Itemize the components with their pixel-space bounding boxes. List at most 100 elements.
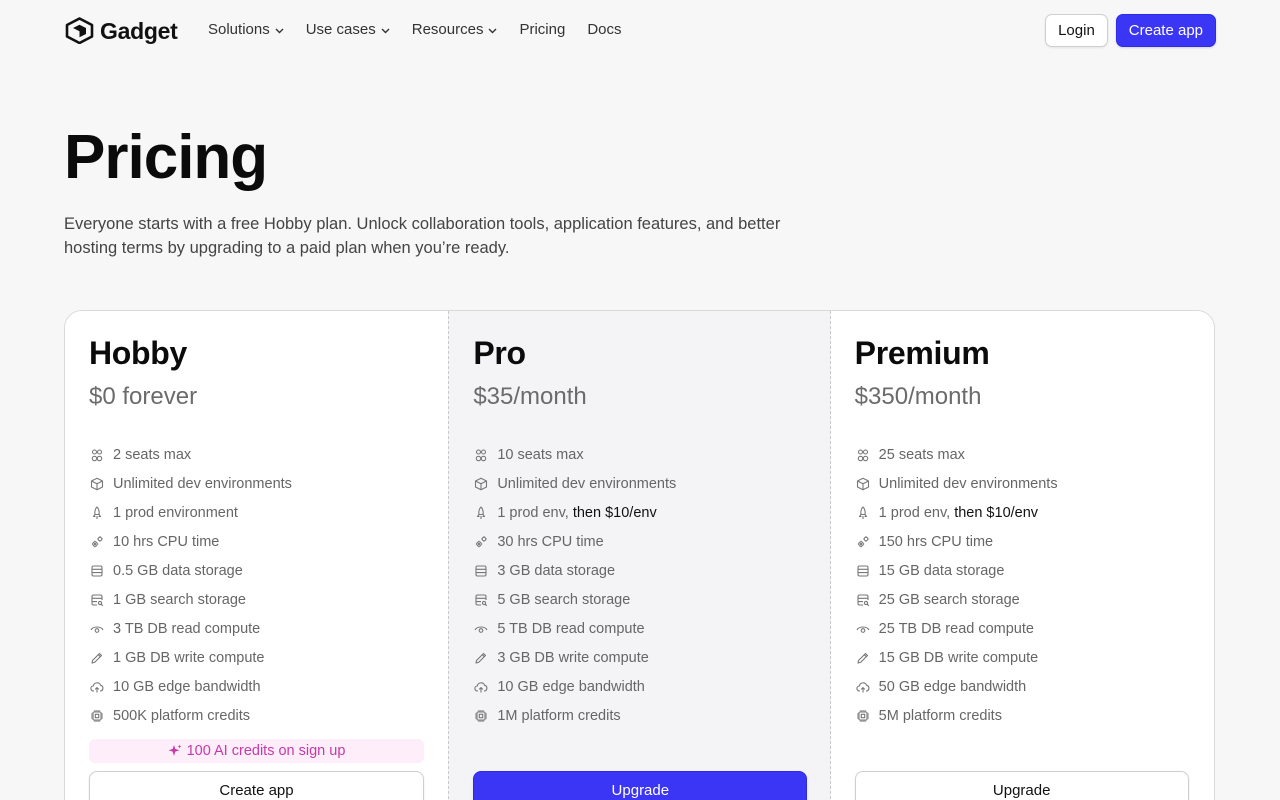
seats-icon xyxy=(855,447,871,463)
nav-docs[interactable]: Docs xyxy=(587,21,621,39)
feature-item: 10 seats max xyxy=(473,440,676,469)
chip-icon xyxy=(855,708,871,724)
feature-item: 3 GB DB write compute xyxy=(473,643,676,672)
database-icon xyxy=(89,563,105,579)
feature-item: 5 TB DB read compute xyxy=(473,614,676,643)
search-storage-icon xyxy=(473,592,489,608)
feature-extra-text: then $10/env xyxy=(954,504,1039,521)
feature-item: 5 GB search storage xyxy=(473,585,676,614)
feature-item: 10 GB edge bandwidth xyxy=(473,672,676,701)
feature-item: 10 GB edge bandwidth xyxy=(89,672,292,701)
feature-item: 1 GB DB write compute xyxy=(89,643,292,672)
nav-links: Solutions Use cases Resources Pricing Do… xyxy=(208,21,644,39)
search-storage-icon xyxy=(855,592,871,608)
feature-item: 2 seats max xyxy=(89,440,292,469)
nav-label: Docs xyxy=(587,21,622,38)
plan-price: $35/month xyxy=(473,383,587,410)
pro-upgrade-button[interactable]: Upgrade xyxy=(473,771,808,800)
feature-item: 15 GB data storage xyxy=(855,556,1058,585)
nav-label: Pricing xyxy=(519,21,566,38)
feature-text: 1 prod env, xyxy=(497,504,573,521)
nav-use-cases[interactable]: Use cases xyxy=(306,21,390,39)
feature-item: 150 hrs CPU time xyxy=(855,527,1058,556)
feature-item: 30 hrs CPU time xyxy=(473,527,676,556)
hobby-create-app-button[interactable]: Create app xyxy=(89,771,424,800)
feature-text: Unlimited dev environments xyxy=(878,475,1058,492)
chevron-down-icon xyxy=(275,21,284,39)
feature-text: 25 seats max xyxy=(878,446,965,463)
feature-item: 10 hrs CPU time xyxy=(89,527,292,556)
feature-text: 1 prod env, xyxy=(878,504,955,521)
feature-item: 3 TB DB read compute xyxy=(89,614,292,643)
feature-extra-text: then $10/env xyxy=(572,504,657,521)
feature-text: Unlimited dev environments xyxy=(497,475,677,492)
plan-name: Pro xyxy=(473,335,526,371)
feature-text: 500K platform credits xyxy=(113,707,251,724)
nav-resources[interactable]: Resources xyxy=(412,21,498,39)
feature-text: 5 TB DB read compute xyxy=(497,620,645,637)
gadget-logo-icon xyxy=(65,17,94,44)
cloud-upload-icon xyxy=(89,679,105,695)
feature-text: 10 hrs CPU time xyxy=(113,533,220,550)
nav-label: Use cases xyxy=(305,21,376,38)
nav-label: Solutions xyxy=(208,21,270,38)
feature-text: 50 GB edge bandwidth xyxy=(878,678,1027,695)
rocket-icon xyxy=(473,505,489,521)
feature-item: 1M platform credits xyxy=(473,701,676,730)
pencil-icon xyxy=(855,650,871,666)
seats-icon xyxy=(473,447,489,463)
eye-icon xyxy=(855,621,871,637)
ai-credits-badge: 100 AI credits on sign up xyxy=(89,739,424,763)
plan-card-pro: Pro $35/month 10 seats max Unlimited dev … xyxy=(448,311,831,800)
feature-text: 25 GB search storage xyxy=(878,591,1020,608)
pencil-icon xyxy=(89,650,105,666)
cpu-gears-icon xyxy=(855,534,871,550)
cube-icon xyxy=(89,476,105,492)
database-icon xyxy=(473,563,489,579)
database-icon xyxy=(855,563,871,579)
premium-upgrade-button[interactable]: Upgrade xyxy=(854,771,1189,800)
feature-text: 1 prod environment xyxy=(113,504,238,521)
feature-item: Unlimited dev environments xyxy=(89,469,292,498)
cube-icon xyxy=(473,476,489,492)
top-navigation: Gadget Solutions Use cases Resources Pri… xyxy=(0,0,1280,62)
feature-text: 0.5 GB data storage xyxy=(113,562,243,579)
feature-text: 30 hrs CPU time xyxy=(497,533,604,550)
cpu-gears-icon xyxy=(89,534,105,550)
plan-price: $0 forever xyxy=(89,383,198,410)
feature-text: 15 GB DB write compute xyxy=(878,649,1039,666)
feature-item: 1 prod env, then $10/env xyxy=(855,498,1058,527)
plan-card-premium: Premium $350/month 25 seats max Unlimited… xyxy=(830,311,1214,800)
feature-text: 10 GB edge bandwidth xyxy=(497,678,645,695)
nav-label: Resources xyxy=(411,21,484,38)
feature-item: 15 GB DB write compute xyxy=(855,643,1058,672)
nav-solutions[interactable]: Solutions xyxy=(208,21,284,39)
feature-text: 25 TB DB read compute xyxy=(878,620,1034,637)
chevron-down-icon xyxy=(381,21,390,39)
cpu-gears-icon xyxy=(473,534,489,550)
nav-pricing[interactable]: Pricing xyxy=(519,21,565,39)
feature-list: 25 seats max Unlimited dev environments 1 … xyxy=(855,440,1058,730)
feature-item: 1 prod env, then $10/env xyxy=(473,498,676,527)
feature-item: 1 GB search storage xyxy=(89,585,292,614)
feature-text: Unlimited dev environments xyxy=(113,475,292,492)
eye-icon xyxy=(473,621,489,637)
feature-text: 3 TB DB read compute xyxy=(113,620,261,637)
rocket-icon xyxy=(89,505,105,521)
login-button[interactable]: Login xyxy=(1045,14,1108,47)
feature-list: 2 seats max Unlimited dev environments 1 p… xyxy=(89,440,292,730)
feature-text: 5M platform credits xyxy=(878,707,1002,724)
cloud-upload-icon xyxy=(855,679,871,695)
feature-text: 10 seats max xyxy=(497,446,584,463)
feature-item: 50 GB edge bandwidth xyxy=(855,672,1058,701)
nav-actions: Login Create app xyxy=(1045,14,1216,47)
feature-item: 5M platform credits xyxy=(855,701,1058,730)
create-app-button[interactable]: Create app xyxy=(1115,14,1216,47)
feature-item: 25 TB DB read compute xyxy=(855,614,1058,643)
chip-icon xyxy=(473,708,489,724)
chevron-down-icon xyxy=(488,21,497,39)
feature-item: 500K platform credits xyxy=(89,701,292,730)
feature-list: 10 seats max Unlimited dev environments 1 … xyxy=(473,440,676,730)
gadget-logo[interactable]: Gadget xyxy=(65,17,178,44)
feature-item: 3 GB data storage xyxy=(473,556,676,585)
